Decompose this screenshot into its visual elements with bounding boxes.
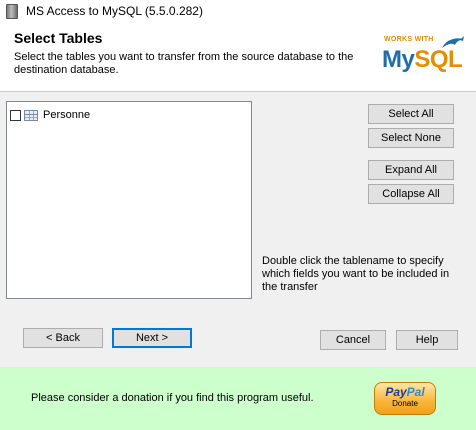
cancel-button[interactable]: Cancel [320,330,386,350]
page-title: Select Tables [14,30,103,46]
back-button[interactable]: < Back [23,328,103,348]
paypal-logo: PayPal [385,385,425,399]
tables-tree[interactable]: Personne [6,101,252,299]
select-none-button[interactable]: Select None [368,128,454,148]
tablename-hint: Double click the tablename to specify wh… [262,255,450,293]
wizard-header: Select Tables Select the tables you want… [0,22,476,92]
next-button[interactable]: Next > [112,328,192,348]
table-name[interactable]: Personne [43,109,90,121]
table-icon [24,109,38,121]
donation-bar: Please consider a donation if you find t… [0,367,476,430]
select-all-button[interactable]: Select All [368,104,454,124]
title-bar: MS Access to MySQL (5.5.0.282) [0,0,476,22]
app-icon [6,3,18,19]
works-with-mysql-logo: WORKS WITH MySQL [380,34,470,86]
expand-all-button[interactable]: Expand All [368,160,454,180]
window-title: MS Access to MySQL (5.5.0.282) [26,4,203,18]
paypal-donate-label: Donate [392,399,418,408]
paypal-donate-button[interactable]: PayPal Donate [374,382,436,415]
collapse-all-button[interactable]: Collapse All [368,184,454,204]
logo-works-with-text: WORKS WITH [384,36,434,43]
tree-item-personne[interactable]: Personne [10,107,90,123]
logo-mysql-word: MySQL [382,46,463,73]
donation-message: Please consider a donation if you find t… [31,392,314,404]
table-checkbox[interactable] [10,109,21,121]
help-button[interactable]: Help [396,330,458,350]
page-subtitle: Select the tables you want to transfer f… [14,51,354,76]
